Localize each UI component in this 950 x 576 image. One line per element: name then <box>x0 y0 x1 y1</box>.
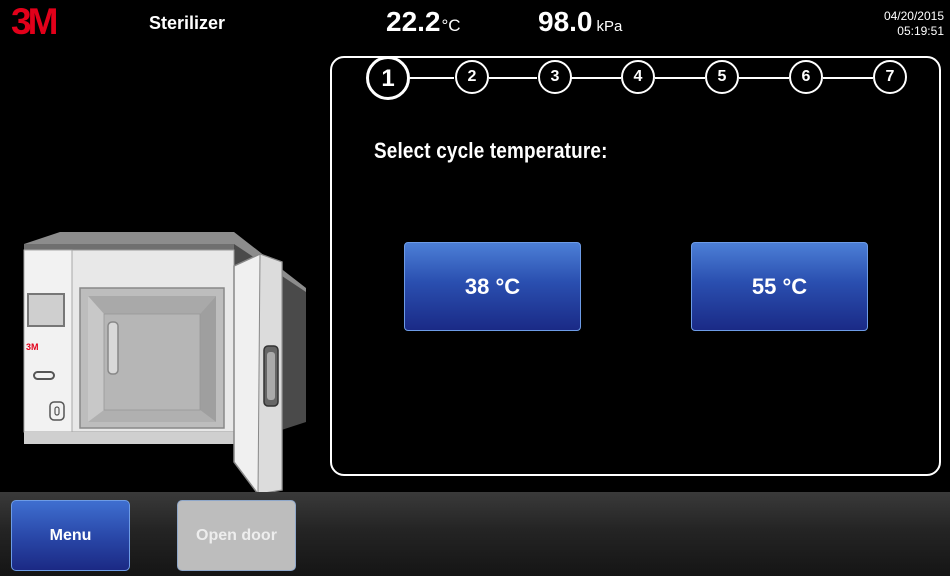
step-connector <box>823 77 873 79</box>
bottom-bar <box>0 492 950 576</box>
menu-button[interactable]: Menu <box>11 500 130 571</box>
step-indicator-7: 7 <box>873 60 907 94</box>
temperature-value: 22.2 <box>386 6 441 37</box>
step-connector <box>571 77 621 79</box>
step-indicator-6: 6 <box>789 60 823 94</box>
step-indicator-2: 2 <box>455 60 489 94</box>
step-connector <box>739 77 789 79</box>
temperature-38-button[interactable]: 38 °C <box>404 242 581 331</box>
step-indicator-5: 5 <box>705 60 739 94</box>
brand-logo: 3M <box>11 1 58 42</box>
top-bar: 3M Sterilizer 22.2°C 98.0 kPa 04/20/2015 … <box>0 0 950 45</box>
chamber-pressure: 98.0 kPa <box>538 6 622 38</box>
wizard-prompt: Select cycle temperature: <box>374 138 608 163</box>
step-indicator-4: 4 <box>621 60 655 94</box>
date-display: 04/20/2015 <box>883 9 944 23</box>
pressure-value: 98.0 <box>538 6 593 37</box>
step-indicator-3: 3 <box>538 60 572 94</box>
chamber-temperature: 22.2°C <box>386 6 461 38</box>
sterilizer-illustration: 3M <box>23 232 306 494</box>
temperature-55-button[interactable]: 55 °C <box>691 242 868 331</box>
step-connector <box>489 77 537 79</box>
step-connector <box>655 77 705 79</box>
machine-logo: 3M <box>26 342 39 352</box>
step-indicator-1: 1 <box>366 56 410 100</box>
temperature-unit: °C <box>441 16 461 35</box>
time-display: 05:19:51 <box>897 24 944 38</box>
device-title: Sterilizer <box>149 13 226 33</box>
pressure-unit: kPa <box>596 18 623 35</box>
step-connector <box>410 77 454 79</box>
open-door-button[interactable]: Open door <box>177 500 296 571</box>
